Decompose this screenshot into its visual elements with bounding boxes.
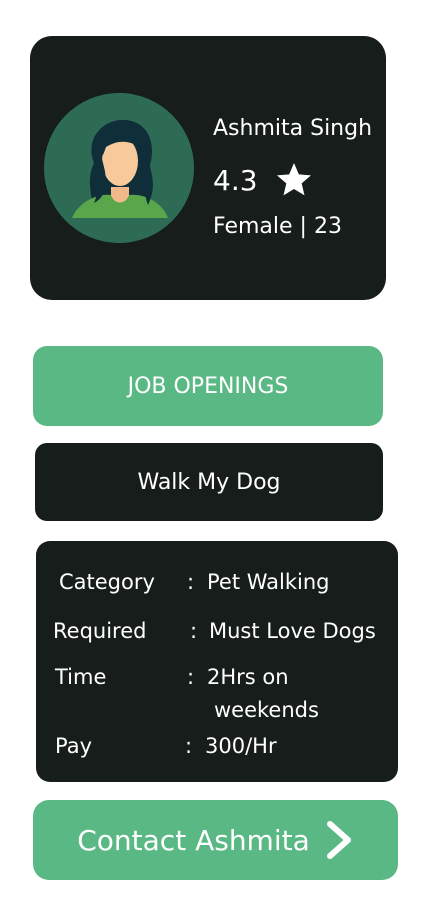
gender-age: Female | 23 xyxy=(213,214,342,239)
job-detail-screen: Ashmita Singh 4.3 Female | 23 JOB OPENIN… xyxy=(0,0,447,906)
job-details-card: Category : Pet Walking Required : Must L… xyxy=(36,541,398,782)
profile-card: Ashmita Singh 4.3 Female | 23 xyxy=(30,36,386,300)
time-value-line1: 2Hrs on xyxy=(207,665,289,689)
profile-name: Ashmita Singh xyxy=(213,116,373,141)
rating-value: 4.3 xyxy=(213,163,258,197)
pay-separator: : xyxy=(185,734,193,758)
contact-button[interactable]: Contact Ashmita xyxy=(33,800,398,880)
star-icon xyxy=(274,160,314,200)
time-value-line2: weekends xyxy=(214,698,319,722)
pay-value: 300/Hr xyxy=(205,734,277,758)
rating-row: 4.3 xyxy=(213,160,314,200)
contact-button-label: Contact Ashmita xyxy=(77,823,310,857)
time-label: Time xyxy=(55,665,107,689)
woman-avatar-icon xyxy=(44,93,194,243)
required-value: Must Love Dogs xyxy=(209,619,376,643)
time-separator: : xyxy=(187,665,195,689)
required-separator: : xyxy=(190,619,198,643)
avatar xyxy=(44,93,194,243)
pay-label: Pay xyxy=(55,734,93,758)
job-openings-button[interactable]: JOB OPENINGS xyxy=(33,346,383,426)
category-separator: : xyxy=(187,570,195,594)
category-value: Pet Walking xyxy=(207,570,330,594)
category-label: Category xyxy=(59,570,155,594)
required-label: Required xyxy=(53,619,147,643)
chevron-right-icon xyxy=(324,820,354,860)
job-title: Walk My Dog xyxy=(35,443,383,521)
